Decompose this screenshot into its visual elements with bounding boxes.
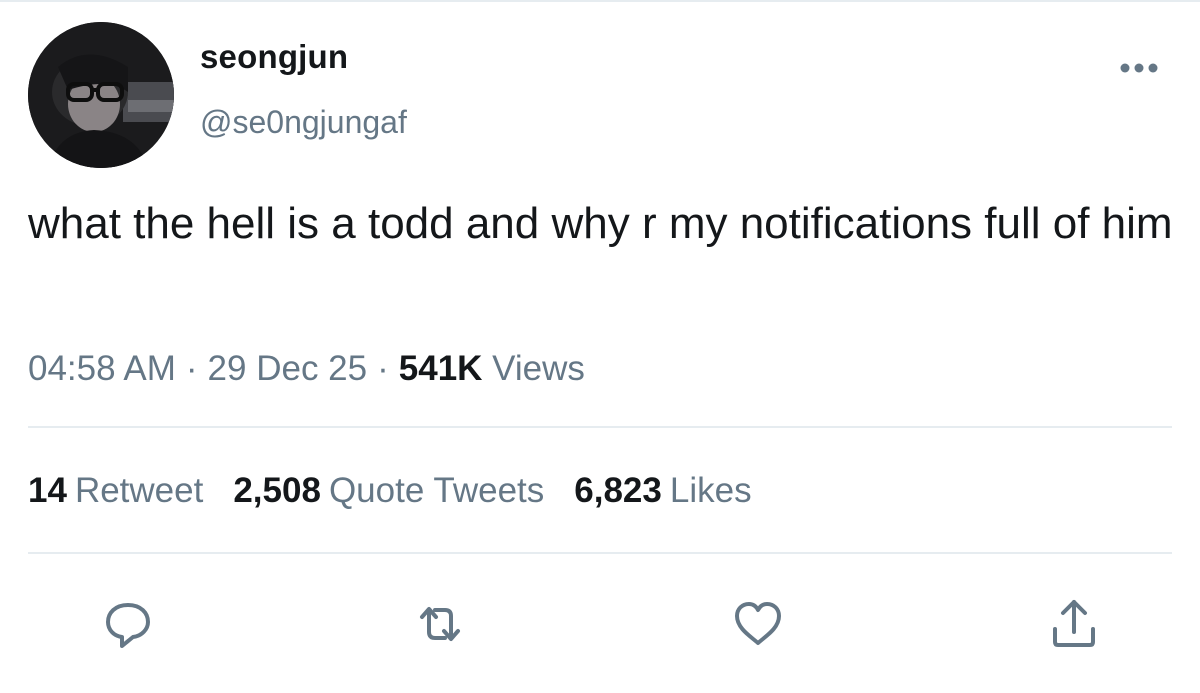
avatar[interactable] <box>28 22 174 168</box>
user-handle[interactable]: @se0ngjungaf <box>200 104 407 141</box>
display-name[interactable]: seongjun <box>200 38 348 76</box>
divider <box>28 426 1172 428</box>
likes-stat[interactable]: 6,823 Likes <box>574 471 751 511</box>
tweet-date[interactable]: 29 Dec 25 <box>208 349 368 388</box>
like-icon[interactable] <box>730 596 786 652</box>
quote-tweets-count: 2,508 <box>233 471 321 510</box>
likes-count: 6,823 <box>574 471 662 510</box>
tweet-time[interactable]: 04:58 AM <box>28 349 176 388</box>
divider <box>28 552 1172 554</box>
top-border <box>0 0 1200 2</box>
views-count: 541K <box>398 349 483 388</box>
avatar-image <box>28 22 174 168</box>
retweet-icon[interactable] <box>412 596 468 652</box>
views-label: Views <box>492 349 585 388</box>
likes-label: Likes <box>669 471 752 510</box>
quote-tweets-stat[interactable]: 2,508 Quote Tweets <box>233 471 544 511</box>
retweet-stat[interactable]: 14 Retweet <box>28 471 203 511</box>
tweet-meta: 04:58 AM · 29 Dec 25 · 541K Views <box>28 349 585 389</box>
retweet-label: Retweet <box>74 471 204 510</box>
more-options-icon[interactable] <box>1118 58 1160 78</box>
reply-icon[interactable] <box>100 596 156 652</box>
meta-separator: · <box>185 349 198 388</box>
meta-separator: · <box>377 349 389 388</box>
quote-tweets-label: Quote Tweets <box>328 471 545 510</box>
tweet-text: what the hell is a todd and why r my not… <box>28 199 1173 248</box>
retweet-count: 14 <box>28 471 67 510</box>
tweet-stats: 14 Retweet 2,508 Quote Tweets 6,823 Likes <box>28 471 782 511</box>
share-icon[interactable] <box>1046 596 1102 652</box>
